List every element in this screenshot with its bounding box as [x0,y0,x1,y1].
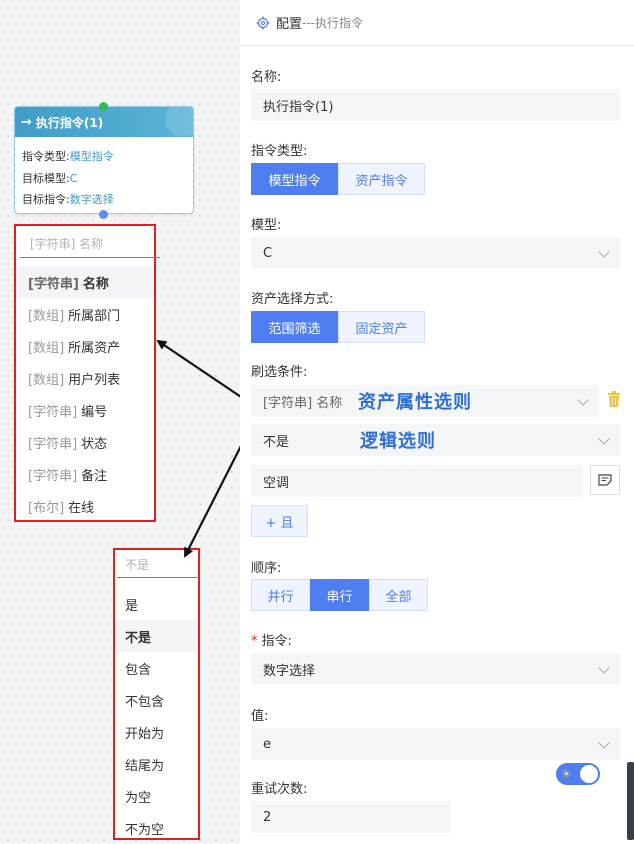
annotation-logic: 逻辑选则 [360,431,436,452]
sun-icon: ☀ [561,767,572,781]
command-label-text: 指令: [261,634,292,649]
retry-label: 重试次数: [251,782,308,797]
retry-input[interactable]: 2 [251,801,451,833]
command-type-model-button[interactable]: 模型指令 [251,163,338,195]
chevron-down-icon [598,662,610,674]
trash-icon[interactable] [607,390,621,408]
toggle-knob [580,765,598,783]
value-select[interactable]: e [251,728,620,760]
command-type-segment: 模型指令 资产指令 [251,163,425,195]
model-value: C [263,245,273,261]
order-label: 顺序: [251,561,282,576]
order-parallel-button[interactable]: 并行 [251,579,310,611]
chevron-down-icon [598,246,610,258]
asset-mode-fixed-button[interactable]: 固定资产 [338,311,425,343]
side-edge-bar [627,762,634,840]
name-value: 执行指令(1) [263,99,334,115]
value-label: 值: [251,709,269,724]
filter-logic-value: 不是 [263,434,290,450]
command-type-asset-button[interactable]: 资产指令 [338,163,425,195]
annotation-attribute: 资产属性选则 [358,392,472,413]
command-select[interactable]: 数字选择 [251,653,620,685]
order-segment: 并行 串行 全部 [251,579,428,611]
retry-value: 2 [263,809,272,825]
model-label: 模型: [251,218,282,233]
filter-value-input[interactable]: 空调 [251,465,583,497]
command-label: * 指令: [251,630,292,649]
add-and-condition-button[interactable]: + 且 [251,505,308,537]
asset-mode-label: 资产选择方式: [251,292,334,307]
required-mark: * [251,634,258,649]
name-label: 名称: [251,70,282,85]
note-icon [598,474,612,486]
theme-toggle[interactable]: ☀ [556,763,600,785]
command-type-label: 指令类型: [251,144,308,159]
order-all-button[interactable]: 全部 [369,579,428,611]
filter-value: 空调 [263,475,290,491]
model-select[interactable]: C [251,237,620,269]
value-value: e [263,736,271,752]
chevron-down-icon [598,433,610,445]
asset-mode-range-button[interactable]: 范围筛选 [251,311,338,343]
filter-attribute-value: [字符串] 名称 [263,395,343,411]
chevron-down-icon [577,394,589,406]
chevron-down-icon [598,737,610,749]
note-button[interactable] [590,465,620,495]
filter-label: 刷选条件: [251,365,308,380]
panel-header: 配置 ---执行指令 [240,0,634,46]
order-serial-button[interactable]: 串行 [310,579,369,611]
arrow-to-attribute-dropdown [156,339,251,404]
command-value: 数字选择 [263,663,316,679]
arrow-to-logic-dropdown [184,439,245,558]
config-panel: 配置 ---执行指令 名称: 执行指令(1) 指令类型: 模型指令 资产指令 模… [240,0,634,844]
asset-mode-segment: 范围筛选 固定资产 [251,311,425,343]
panel-title: 配置 [276,17,303,32]
name-input[interactable]: 执行指令(1) [251,89,620,121]
gear-icon [256,16,270,29]
panel-subtitle: ---执行指令 [302,16,364,30]
